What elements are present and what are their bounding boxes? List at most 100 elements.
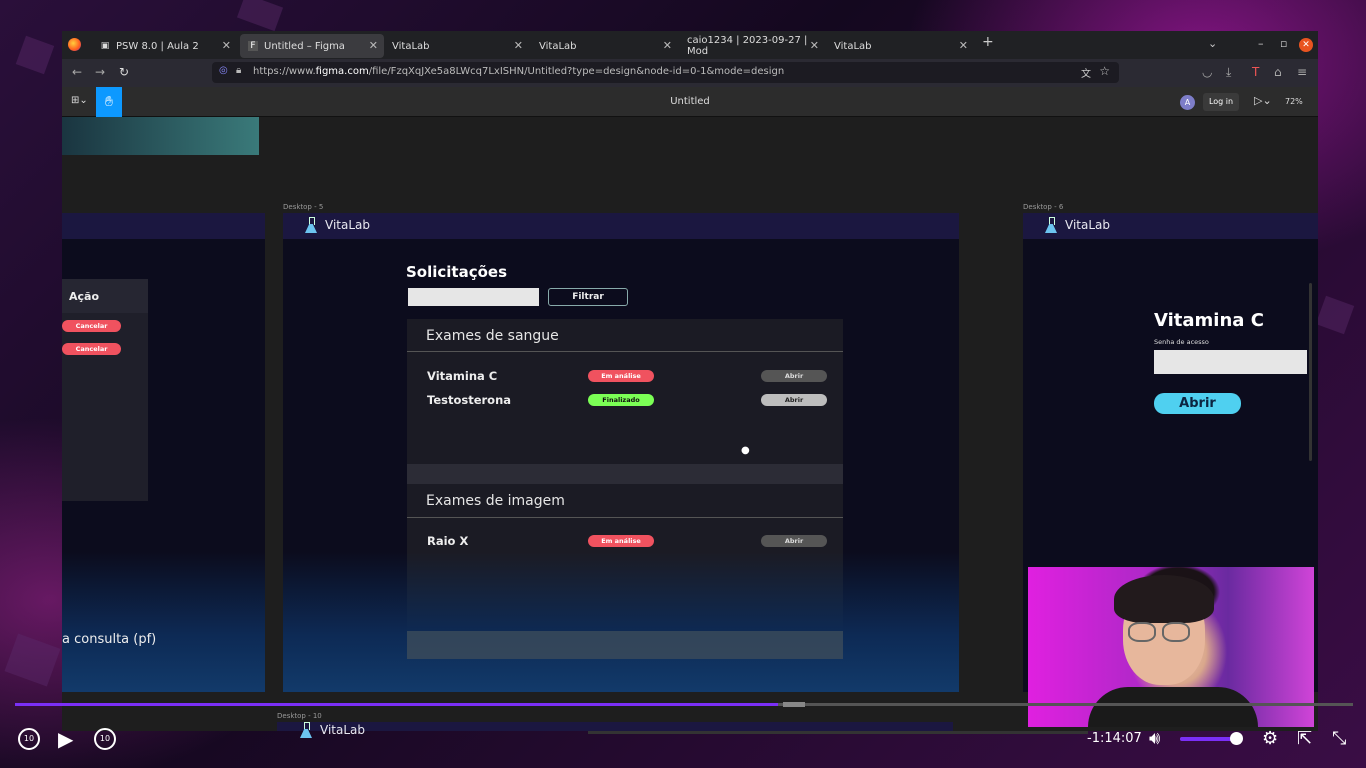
action-header-label: Ação bbox=[69, 290, 100, 303]
bookmark-star-icon[interactable]: ☆ bbox=[1099, 64, 1110, 78]
filter-input[interactable] bbox=[408, 288, 539, 306]
new-tab-button[interactable]: + bbox=[982, 34, 994, 50]
play-icon[interactable]: ▶ bbox=[58, 727, 73, 751]
panel-footer bbox=[407, 464, 843, 484]
divider bbox=[407, 351, 843, 352]
password-input[interactable] bbox=[1154, 350, 1307, 374]
buffer-bar bbox=[588, 731, 1088, 734]
section-title: Exames de sangue bbox=[426, 328, 559, 344]
tab-figma[interactable]: F Untitled – Figma ✕ bbox=[240, 34, 384, 58]
blood-exams-panel: Exames de sangue Vitamina C Em análise A… bbox=[407, 319, 843, 464]
exam-name: Vitamina C bbox=[427, 369, 498, 383]
close-tab-icon[interactable]: ✕ bbox=[663, 39, 672, 52]
file-title: Untitled bbox=[670, 96, 710, 107]
url-bar[interactable]: ◎ 🔒︎ https://www.figma.com/file/FzqXqJXe… bbox=[212, 62, 1119, 83]
avatar[interactable]: A bbox=[1180, 95, 1195, 110]
volume-knob[interactable] bbox=[1229, 732, 1243, 745]
status-badge: Em análise bbox=[588, 370, 654, 382]
login-button[interactable]: Log in bbox=[1203, 93, 1239, 111]
extensions-puzzle-icon[interactable]: ⌂ bbox=[1274, 65, 1282, 79]
frame-header-bar bbox=[283, 213, 959, 239]
volume-slider[interactable] bbox=[1180, 732, 1243, 745]
menu-icon[interactable]: ≡ bbox=[1297, 65, 1307, 79]
open-button[interactable]: Abrir bbox=[761, 370, 827, 382]
tab-strip: ▣ PSW 8.0 | Aula 2 ✕ F Untitled – Figma … bbox=[62, 31, 1318, 59]
minimize-icon[interactable]: – bbox=[1258, 37, 1264, 50]
tab-vitalab-1[interactable]: VitaLab ✕ bbox=[384, 34, 529, 58]
brand-name: VitaLab bbox=[1065, 218, 1110, 232]
section-title: Exames de imagem bbox=[426, 493, 565, 509]
status-badge: Em análise bbox=[588, 535, 654, 547]
open-button[interactable]: Abrir bbox=[761, 535, 827, 547]
seek-bar[interactable] bbox=[15, 702, 1353, 707]
url-text: https://www.figma.com/file/FzqXqJXe5a8LW… bbox=[253, 66, 785, 77]
figma-icon: F bbox=[248, 41, 258, 51]
firefox-icon[interactable] bbox=[68, 38, 81, 51]
filter-button[interactable]: Filtrar bbox=[548, 288, 628, 306]
close-tab-icon[interactable]: ✕ bbox=[369, 39, 378, 52]
time-remaining: -1:14:07 bbox=[1087, 731, 1142, 746]
exam-title: Vitamina C bbox=[1154, 310, 1264, 331]
close-tab-icon[interactable]: ✕ bbox=[810, 39, 819, 52]
action-panel: Ação Cancelar Cancelar bbox=[62, 279, 148, 501]
popout-icon[interactable]: ⇱ bbox=[1297, 728, 1312, 749]
close-tab-icon[interactable]: ✕ bbox=[514, 39, 523, 52]
footer-text: a consulta (pf) bbox=[62, 632, 157, 647]
open-button[interactable]: Abrir bbox=[761, 394, 827, 406]
shield-icon[interactable]: ◎ bbox=[219, 65, 228, 76]
divider bbox=[407, 517, 843, 518]
frame-label: Desktop - 6 bbox=[1023, 203, 1064, 211]
pocket-icon[interactable]: ◡ bbox=[1202, 65, 1212, 79]
tab-caio[interactable]: caio1234 | 2023-09-27 | Mod ✕ bbox=[679, 34, 825, 58]
glasses-icon bbox=[1128, 622, 1156, 642]
frame-header-bar bbox=[62, 213, 265, 239]
seek-thumb[interactable] bbox=[783, 702, 805, 707]
tab-label: VitaLab bbox=[539, 40, 577, 52]
left-frame[interactable]: Ação Cancelar Cancelar a consulta (pf) bbox=[62, 213, 265, 692]
tab-list-chevron-icon[interactable]: ⌄ bbox=[1208, 37, 1217, 50]
open-button[interactable]: Abrir bbox=[1154, 393, 1241, 414]
reload-icon[interactable]: ↻ bbox=[119, 65, 129, 79]
forward-icon[interactable]: → bbox=[95, 65, 105, 79]
panel-footer bbox=[407, 631, 843, 659]
close-tab-icon[interactable]: ✕ bbox=[222, 39, 231, 52]
volume-level bbox=[1180, 737, 1236, 741]
cancel-button[interactable]: Cancelar bbox=[62, 320, 121, 332]
tab-psw[interactable]: ▣ PSW 8.0 | Aula 2 ✕ bbox=[92, 34, 237, 58]
video-controls: 10 ▶ 10 -1:14:07 🔊︎ ⚙ ⇱ ⤡ bbox=[0, 700, 1366, 768]
page-title: Solicitações bbox=[406, 263, 508, 281]
present-play-icon[interactable]: ▷⌄ bbox=[1254, 94, 1272, 107]
wave-decoration bbox=[283, 552, 959, 692]
lock-icon[interactable]: 🔒︎ bbox=[236, 65, 241, 76]
presenter-hair bbox=[1114, 575, 1214, 623]
rewind-10-icon[interactable]: 10 bbox=[18, 728, 40, 750]
settings-gear-icon[interactable]: ⚙ bbox=[1262, 728, 1278, 749]
exam-name: Testosterona bbox=[427, 393, 512, 407]
tab-label: PSW 8.0 | Aula 2 bbox=[116, 40, 199, 52]
exit-fullscreen-icon[interactable]: ⤡ bbox=[1332, 728, 1346, 749]
center-frame[interactable]: VitaLab Solicitações Filtrar Exames de s… bbox=[283, 213, 959, 692]
extension-icon[interactable]: T bbox=[1252, 65, 1259, 79]
zoom-level[interactable]: 72% bbox=[1285, 97, 1303, 106]
cancel-button[interactable]: Cancelar bbox=[62, 343, 121, 355]
volume-icon[interactable]: 🔊︎ bbox=[1149, 728, 1160, 749]
translate-icon[interactable]: 文 bbox=[1081, 65, 1091, 80]
glasses-icon bbox=[1162, 622, 1190, 642]
document-icon: ▣ bbox=[100, 41, 110, 51]
tab-label: VitaLab bbox=[392, 40, 430, 52]
download-icon[interactable]: ⤓ bbox=[1226, 65, 1231, 80]
tab-vitalab-2[interactable]: VitaLab ✕ bbox=[531, 34, 678, 58]
forward-10-icon[interactable]: 10 bbox=[94, 728, 116, 750]
tab-label: VitaLab bbox=[834, 40, 872, 52]
close-window-icon[interactable]: ✕ bbox=[1299, 38, 1313, 52]
close-tab-icon[interactable]: ✕ bbox=[959, 39, 968, 52]
seek-progress bbox=[15, 703, 778, 706]
back-icon[interactable]: ← bbox=[72, 65, 82, 79]
tab-label: caio1234 | 2023-09-27 | Mod bbox=[687, 35, 808, 57]
nav-bar: ← → ↻ ◎ 🔒︎ https://www.figma.com/file/Fz… bbox=[62, 59, 1318, 87]
restore-icon[interactable]: ▫ bbox=[1280, 37, 1287, 50]
tab-vitalab-3[interactable]: VitaLab ✕ bbox=[826, 34, 974, 58]
scrollbar[interactable] bbox=[1309, 283, 1312, 461]
exam-name: Raio X bbox=[427, 534, 469, 548]
figma-toolbar: ⊞⌄ ✋︎ Untitled A Log in ▷⌄ 72% bbox=[62, 87, 1318, 117]
